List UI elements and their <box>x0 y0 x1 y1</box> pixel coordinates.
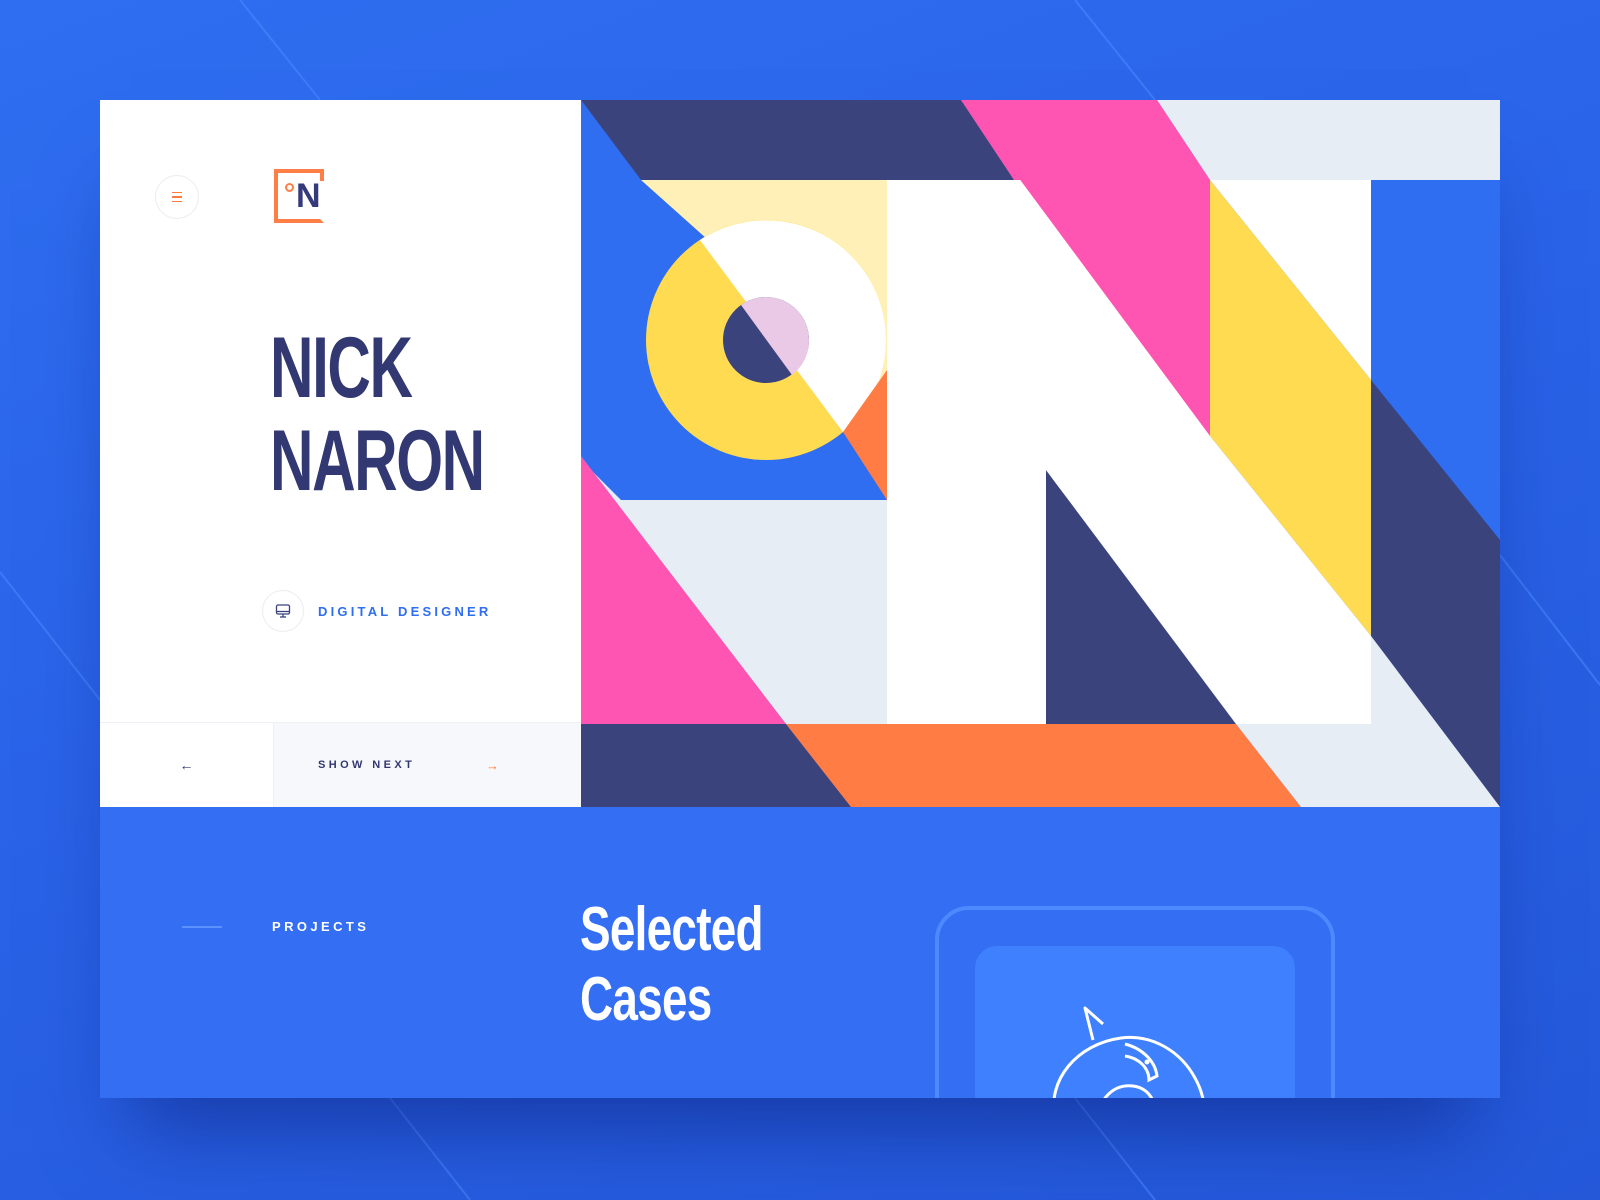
section-title: Selected Cases <box>580 895 764 1035</box>
page-title: NICK NARON <box>270 320 485 509</box>
prev-button[interactable]: ← <box>100 723 274 807</box>
section-title-line-1: Selected <box>580 895 764 964</box>
show-next-label: SHOW NEXT <box>318 759 416 771</box>
arrow-left-icon: ← <box>179 757 194 773</box>
projects-divider <box>182 926 222 928</box>
role-badge: DIGITAL DESIGNER <box>262 590 492 632</box>
show-next-button[interactable]: SHOW NEXT → <box>274 723 581 807</box>
slide-navigation: ← SHOW NEXT → <box>100 722 581 807</box>
role-label: DIGITAL DESIGNER <box>318 603 492 619</box>
hero-artwork <box>581 100 1500 807</box>
logo-letter: N <box>296 177 321 215</box>
monitor-icon <box>262 590 304 632</box>
bird-icon <box>1052 1006 1205 1098</box>
logo-dot <box>285 183 294 192</box>
name-last: NARON <box>270 413 485 509</box>
arrow-right-icon: → <box>486 757 499 773</box>
hamburger-menu-icon <box>172 191 182 203</box>
section-title-line-2: Cases <box>580 965 712 1034</box>
projects-section: PROJECTS Selected Cases <box>100 807 1500 1098</box>
case-card[interactable] <box>975 946 1295 1098</box>
menu-button[interactable] <box>155 175 199 219</box>
logo[interactable]: N <box>274 169 324 223</box>
projects-label: PROJECTS <box>272 919 370 934</box>
intro-panel: N NICK NARON DIGITAL DESIGNER ← SHOW NEX… <box>100 100 581 807</box>
name-first: NICK <box>270 320 413 416</box>
hero-section: N NICK NARON DIGITAL DESIGNER ← SHOW NEX… <box>100 100 1500 807</box>
portfolio-card: N NICK NARON DIGITAL DESIGNER ← SHOW NEX… <box>100 100 1500 1098</box>
